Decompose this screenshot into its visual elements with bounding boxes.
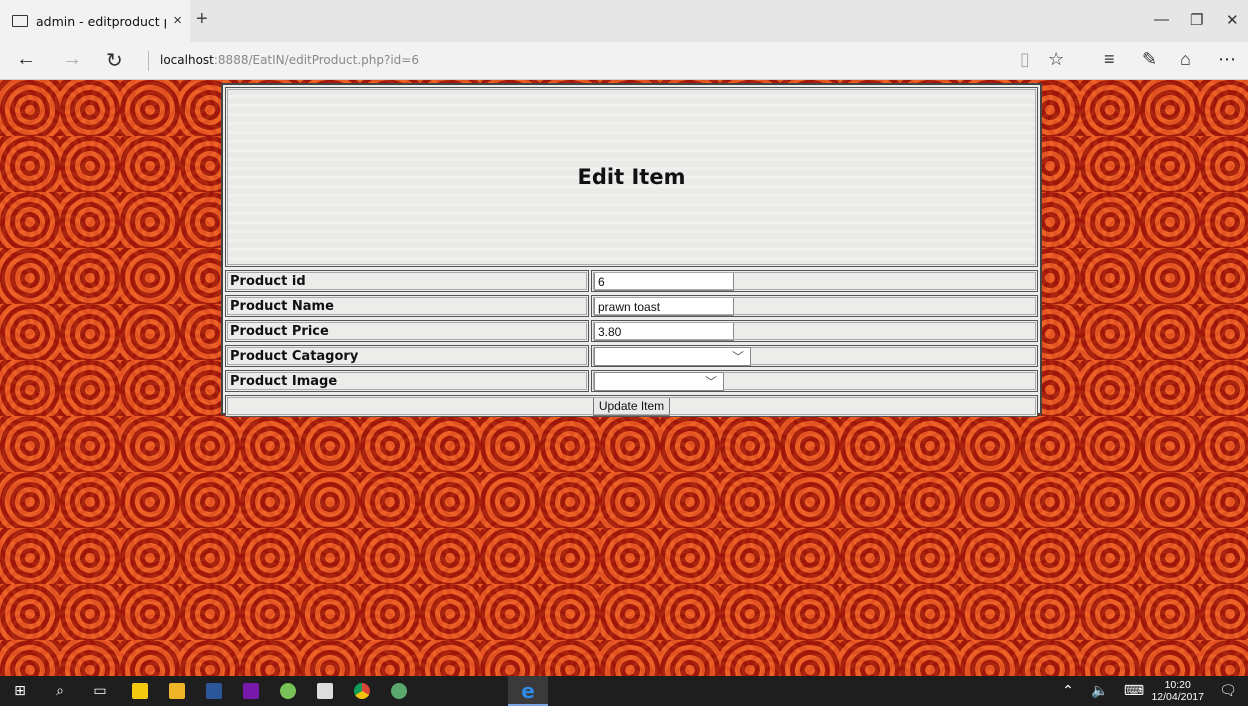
product-image-label: Product Image (225, 370, 589, 392)
address-bar: ← → ↻ localhost:8888/EatIN/editProduct.p… (0, 42, 1248, 80)
url-field[interactable]: localhost:8888/EatIN/editProduct.php?id=… (160, 53, 419, 67)
product-price-cell (591, 320, 1038, 342)
android-studio-icon[interactable] (278, 681, 298, 701)
more-icon[interactable]: ⋯ (1218, 49, 1236, 70)
url-path: :8888/EatIN/editProduct.php?id=6 (213, 53, 419, 67)
product-name-cell (591, 295, 1038, 317)
product-category-cell: ﹀ (591, 345, 1038, 367)
volume-icon[interactable]: 🔈 (1090, 681, 1110, 701)
product-category-label: Product Catagory (225, 345, 589, 367)
xampp-icon[interactable] (389, 681, 409, 701)
browser-tab[interactable]: admin - editproduct pa × (0, 0, 190, 42)
forward-arrow-icon[interactable]: → (62, 48, 82, 71)
tab-title: admin - editproduct pa (36, 13, 166, 29)
restore-button[interactable]: ❐ (1190, 11, 1203, 29)
favorite-star-icon[interactable]: ☆ (1048, 49, 1064, 70)
reading-view-icon[interactable]: ▯ (1020, 49, 1030, 70)
tab-bar: admin - editproduct pa × + — ❐ ✕ (0, 0, 1248, 42)
chrome-icon[interactable] (352, 681, 372, 701)
product-id-input[interactable] (594, 272, 734, 291)
row-product-category: Product Catagory ﹀ (225, 345, 1038, 367)
row-product-id: Product id (225, 270, 1038, 292)
submit-cell: Update Item (225, 395, 1038, 417)
system-clock[interactable]: 10:20 12/04/2017 (1151, 679, 1204, 703)
search-icon[interactable]: ⌕ (50, 681, 70, 701)
update-item-button[interactable]: Update Item (592, 396, 671, 416)
edge-icon[interactable]: e (518, 679, 538, 703)
web-note-icon[interactable]: ✎ (1142, 49, 1157, 70)
notifications-icon[interactable]: 🗨 (1218, 681, 1238, 701)
refresh-icon[interactable]: ↻ (106, 48, 123, 73)
address-divider (148, 51, 149, 71)
clock-date: 12/04/2017 (1151, 691, 1204, 703)
taskbar: ⊞ ⌕ ▭ e ⌃ 🔈 ⌨ 10:20 12/04/2017 🗨 (0, 676, 1248, 706)
back-arrow-icon[interactable]: ← (16, 48, 36, 71)
edit-item-table: Edit Item Product id Product Name Produc… (221, 83, 1042, 417)
tab-page-icon (12, 15, 28, 27)
task-view-icon[interactable]: ▭ (90, 681, 110, 701)
product-id-label: Product id (225, 270, 589, 292)
product-image-select[interactable]: ﹀ (594, 372, 724, 391)
microphone-app-icon[interactable] (315, 681, 335, 701)
product-name-input[interactable] (594, 297, 734, 316)
row-submit: Update Item (225, 395, 1038, 417)
page-title: Edit Item (577, 165, 686, 189)
clock-time: 10:20 (1164, 679, 1191, 691)
tab-close-icon[interactable]: × (173, 12, 182, 29)
onenote-icon[interactable] (241, 681, 261, 701)
close-window-button[interactable]: ✕ (1226, 11, 1239, 29)
row-product-image: Product Image ﹀ (225, 370, 1038, 392)
url-host: localhost (160, 53, 214, 67)
table-header: Edit Item (225, 87, 1038, 267)
row-product-name: Product Name (225, 295, 1038, 317)
word-icon[interactable] (204, 681, 224, 701)
sticky-notes-icon[interactable] (130, 681, 150, 701)
chevron-down-icon: ﹀ (731, 350, 744, 364)
hub-icon[interactable]: ≡ (1104, 49, 1115, 70)
minimize-button[interactable]: — (1154, 11, 1169, 28)
chevron-down-icon: ﹀ (704, 375, 717, 389)
product-price-input[interactable] (594, 322, 734, 341)
share-icon[interactable]: ⌂ (1180, 49, 1191, 70)
new-tab-button[interactable]: + (196, 8, 208, 31)
keyboard-icon[interactable]: ⌨ (1124, 681, 1144, 701)
page-background: Edit Item Product id Product Name Produc… (0, 80, 1248, 676)
tray-chevron-up-icon[interactable]: ⌃ (1058, 681, 1078, 701)
product-id-cell (591, 270, 1038, 292)
row-product-price: Product Price (225, 320, 1038, 342)
product-category-select[interactable]: ﹀ (594, 347, 751, 366)
product-name-label: Product Name (225, 295, 589, 317)
product-image-cell: ﹀ (591, 370, 1038, 392)
windows-start-icon[interactable]: ⊞ (10, 681, 30, 701)
product-price-label: Product Price (225, 320, 589, 342)
file-explorer-icon[interactable] (167, 681, 187, 701)
